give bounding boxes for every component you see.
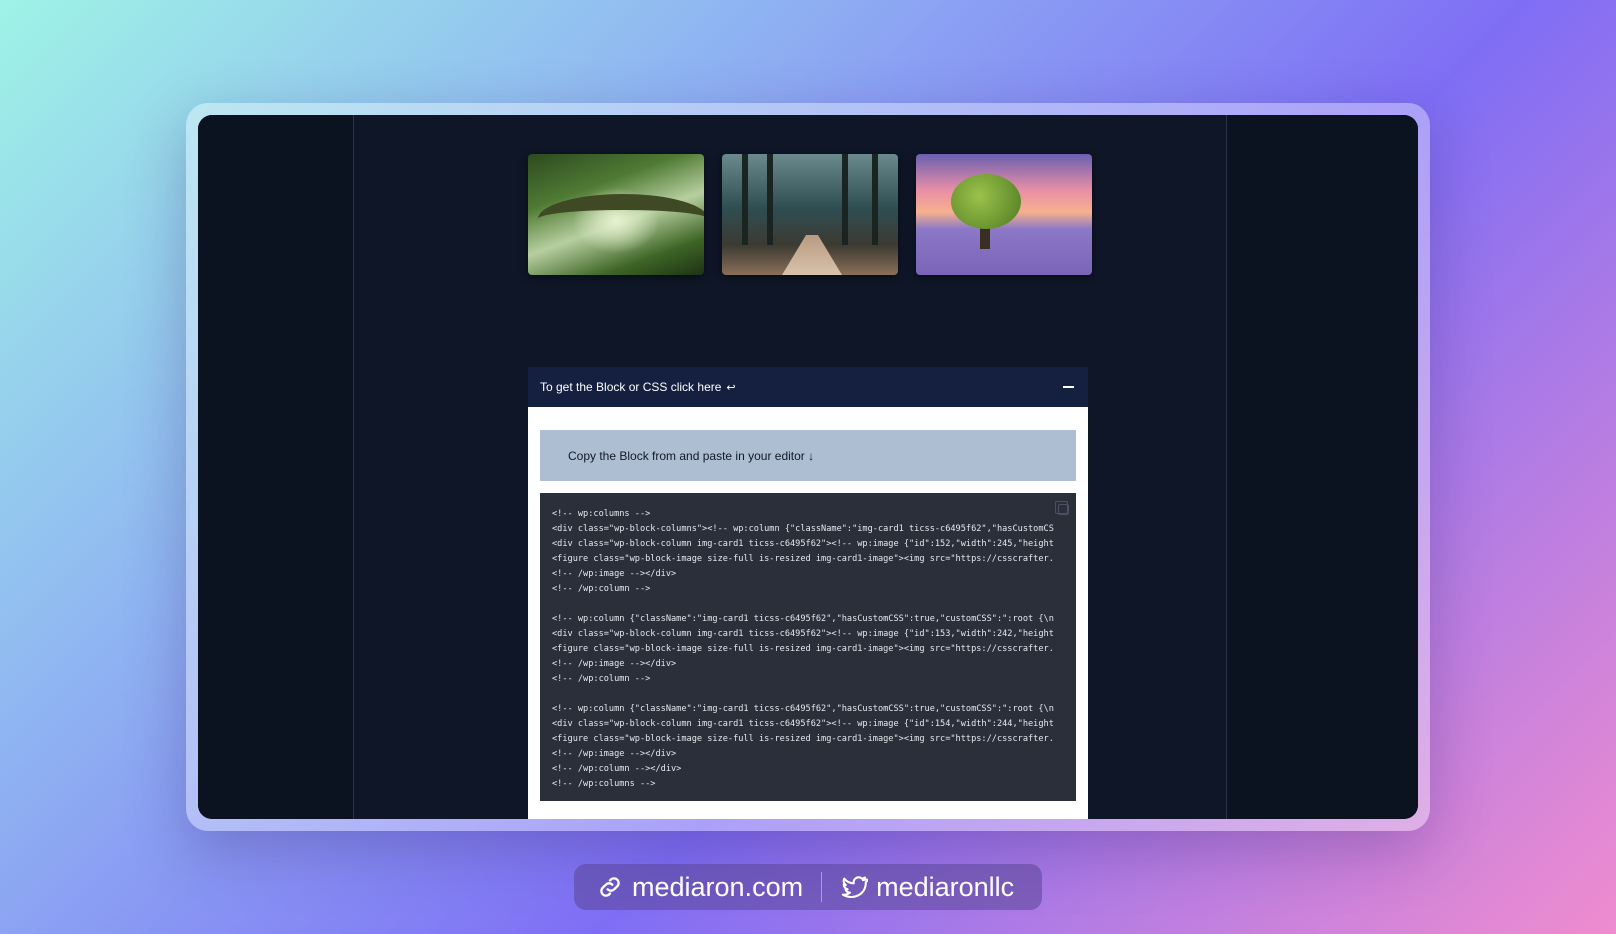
code-line: <!-- /wp:column -->: [552, 674, 651, 684]
copy-instructions-notice: Copy the Block from and paste in your ed…: [540, 430, 1076, 481]
code-line: <div class="wp-block-column img-card1 ti…: [552, 629, 1054, 639]
copy-icon[interactable]: [1055, 501, 1069, 515]
twitter-link[interactable]: mediaronllc: [840, 872, 1014, 903]
jungle-branch-shape: [538, 194, 704, 244]
footer-badge: mediaron.com mediaronllc: [574, 864, 1042, 910]
code-lines: <!-- wp:columns --> <div class="wp-block-…: [552, 507, 1076, 792]
collapse-minus-icon[interactable]: [1063, 386, 1074, 388]
code-line: <figure class="wp-block-image size-full …: [552, 644, 1054, 654]
code-line: <!-- /wp:column --></div>: [552, 764, 682, 774]
left-guide-line: [353, 115, 354, 819]
website-link[interactable]: mediaron.com: [596, 872, 803, 903]
image-gallery: [528, 154, 1092, 275]
code-line: <!-- wp:columns -->: [552, 509, 651, 519]
tree-trunk: [872, 154, 878, 245]
accordion-title: To get the Block or CSS click here: [540, 380, 722, 394]
badge-divider: [821, 872, 823, 902]
code-line: <!-- /wp:image --></div>: [552, 659, 677, 669]
forest-path-image[interactable]: [722, 154, 898, 275]
block-css-accordion: To get the Block or CSS click here ↩ Copy…: [528, 367, 1088, 819]
code-line: <div class="wp-block-columns"><!-- wp:co…: [552, 524, 1054, 534]
page-screen: To get the Block or CSS click here ↩ Copy…: [198, 115, 1418, 819]
link-icon: [600, 877, 620, 897]
tree-trunk: [742, 154, 748, 245]
notice-text: Copy the Block from and paste in your ed…: [568, 448, 815, 463]
left-sidebar-area: [198, 115, 353, 819]
right-sidebar-area: [1227, 115, 1418, 819]
code-line: <!-- /wp:image --></div>: [552, 749, 677, 759]
code-block[interactable]: <!-- wp:columns --> <div class="wp-block-…: [540, 493, 1076, 801]
right-guide-line: [1226, 115, 1227, 819]
twitter-handle: mediaronllc: [876, 871, 1015, 902]
code-line: <!-- /wp:columns -->: [552, 779, 656, 789]
accordion-title-wrap: To get the Block or CSS click here ↩: [540, 380, 736, 394]
code-line: <!-- /wp:image --></div>: [552, 569, 677, 579]
code-line: <figure class="wp-block-image size-full …: [552, 734, 1054, 744]
code-line: <!-- wp:column {"className":"img-card1 t…: [552, 614, 1054, 624]
code-line: <!-- /wp:column -->: [552, 584, 651, 594]
forest-road: [782, 235, 842, 275]
lavender-tree-image[interactable]: [916, 154, 1092, 275]
code-line: <figure class="wp-block-image size-full …: [552, 554, 1054, 564]
accordion-toggle[interactable]: To get the Block or CSS click here ↩: [528, 367, 1088, 407]
tree-trunk: [767, 154, 773, 245]
tree-crown: [951, 174, 1021, 229]
return-arrow-icon: ↩: [726, 382, 736, 394]
code-line: <div class="wp-block-column img-card1 ti…: [552, 719, 1054, 729]
tree-trunk: [842, 154, 848, 245]
code-line: <!-- wp:column {"className":"img-card1 t…: [552, 704, 1054, 714]
screenshot-frame: To get the Block or CSS click here ↩ Copy…: [186, 103, 1430, 831]
twitter-bird-icon: [841, 876, 869, 899]
code-line: <div class="wp-block-column img-card1 ti…: [552, 539, 1054, 549]
website-text: mediaron.com: [632, 871, 804, 902]
jungle-image[interactable]: [528, 154, 704, 275]
